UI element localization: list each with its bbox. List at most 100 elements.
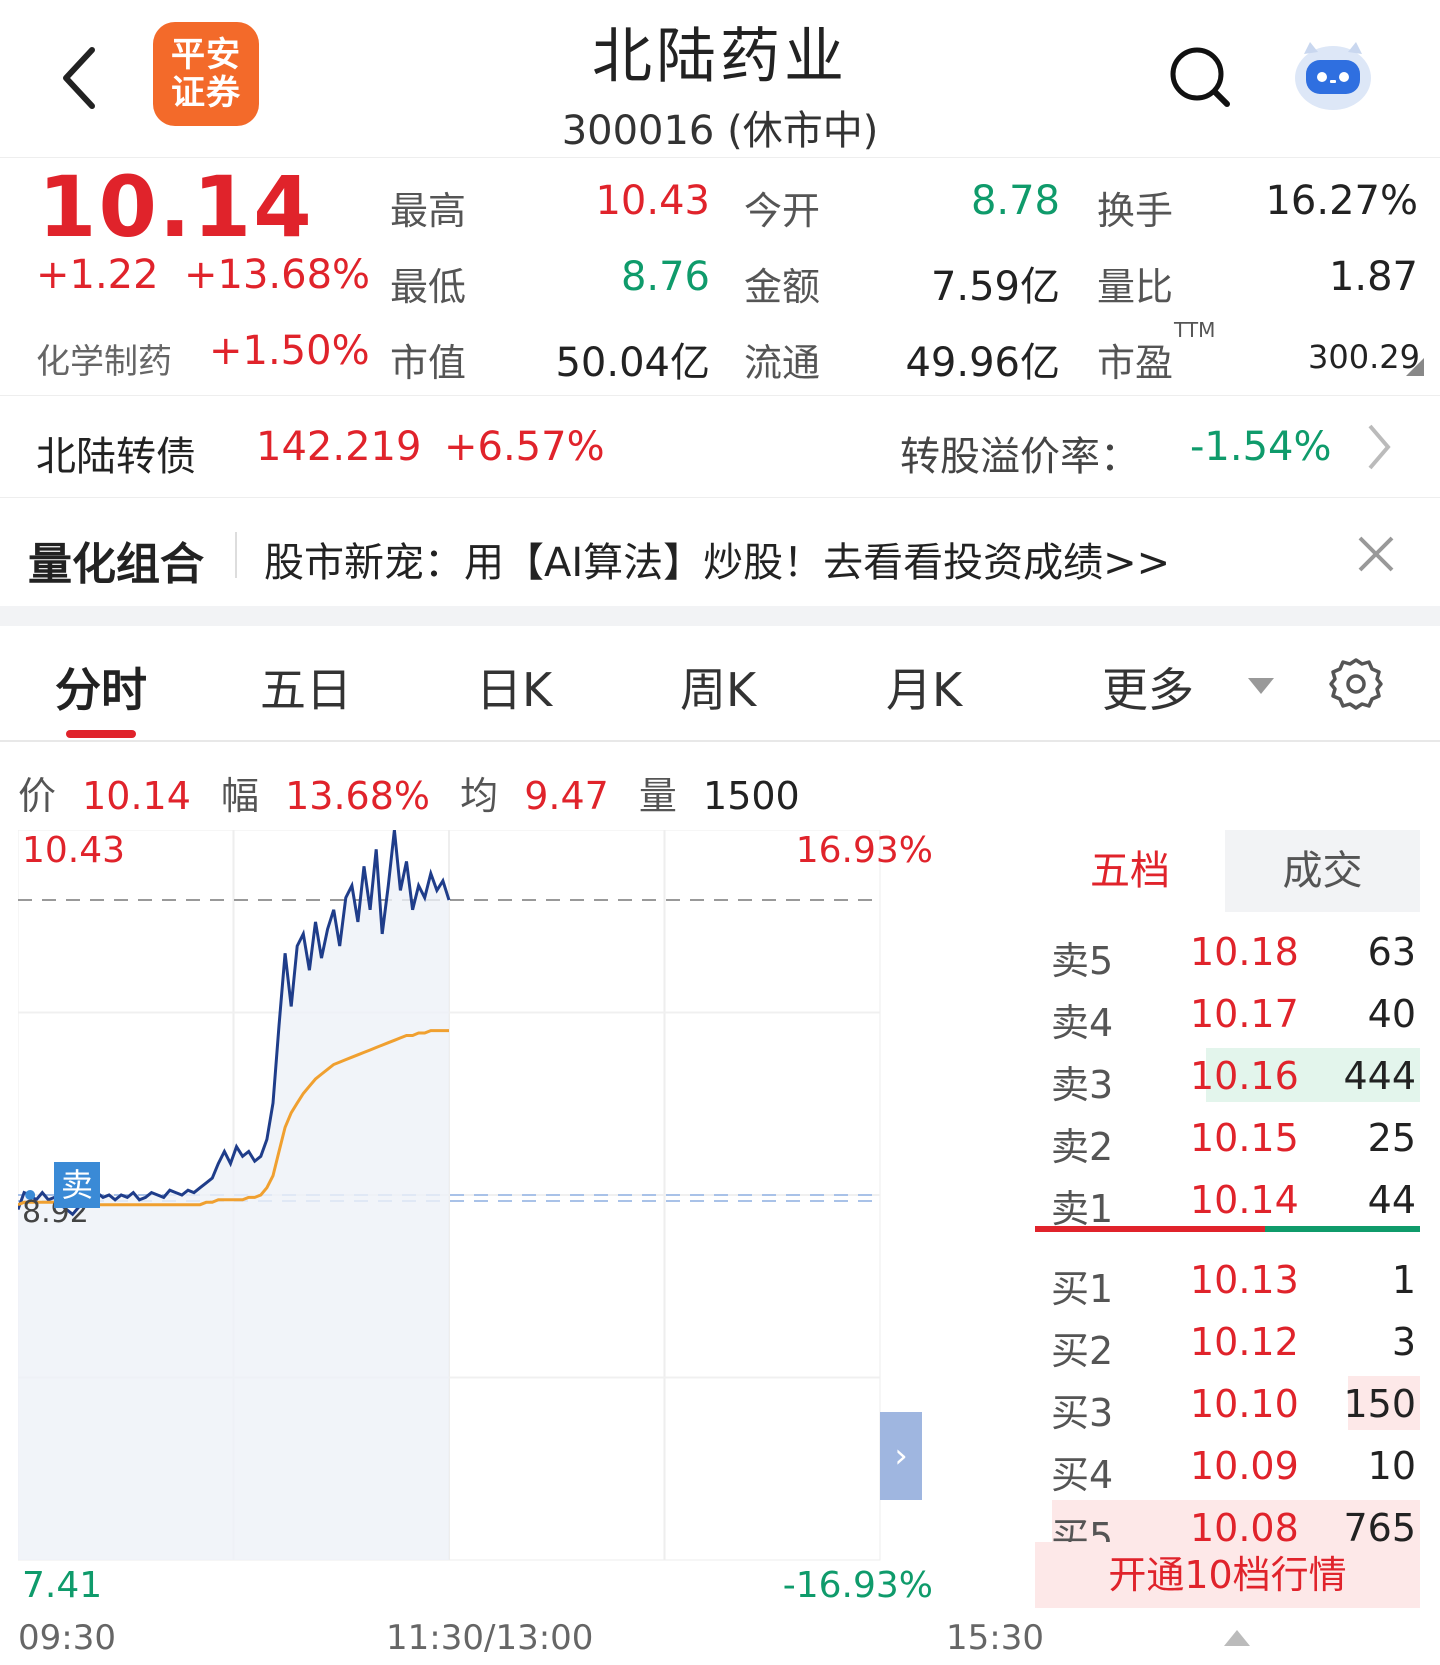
high-label: 最高 bbox=[390, 189, 467, 233]
buy-volume: 10 bbox=[1367, 1444, 1416, 1488]
crosshair-info-row: 价 10.14 幅 13.68% 均 9.47 量 1500 bbox=[18, 765, 800, 820]
sell-price: 10.14 bbox=[1190, 1178, 1299, 1222]
sell-label: 卖2 bbox=[1051, 1125, 1114, 1169]
intraday-chart[interactable]: 10.43 7.41 16.93% -16.93% 8.92 卖 › bbox=[16, 829, 933, 1606]
ai-robot-icon[interactable] bbox=[1288, 34, 1378, 118]
bond-name: 北陆转债 bbox=[36, 434, 196, 480]
sell-row: 卖3 10.16 444 bbox=[1035, 1044, 1420, 1107]
sell-label: 卖4 bbox=[1051, 1001, 1114, 1045]
sell-price: 10.17 bbox=[1190, 992, 1299, 1036]
dropdown-triangle-icon[interactable] bbox=[1246, 676, 1276, 698]
market-cap-label: 市值 bbox=[390, 341, 467, 385]
expand-chart-button[interactable]: › bbox=[880, 1412, 922, 1500]
sell-price: 10.18 bbox=[1190, 930, 1299, 974]
tab-intraday[interactable]: 分时 bbox=[55, 654, 147, 720]
sector-name[interactable]: 化学制药 bbox=[36, 334, 172, 383]
pct-bottom-label: -16.93% bbox=[782, 1565, 933, 1606]
collapse-up-icon[interactable] bbox=[1222, 1628, 1252, 1648]
buy-row: 买3 10.10 150 bbox=[1035, 1372, 1420, 1435]
sell-price: 10.16 bbox=[1190, 1054, 1299, 1098]
float-cap-label: 流通 bbox=[744, 341, 821, 385]
sell-volume: 63 bbox=[1367, 930, 1416, 974]
tab-weekly-k[interactable]: 周K bbox=[680, 654, 756, 720]
active-tab-indicator bbox=[66, 730, 136, 738]
buy-price: 10.09 bbox=[1190, 1444, 1299, 1488]
promo-divider bbox=[235, 532, 237, 578]
pe-value: 300.29 bbox=[1308, 338, 1420, 376]
y-top-label: 10.43 bbox=[22, 830, 126, 871]
sell-volume: 25 bbox=[1367, 1116, 1416, 1160]
info-price-label: 价 bbox=[18, 774, 57, 818]
low-label: 最低 bbox=[390, 265, 467, 309]
promo-tag: 量化组合 bbox=[28, 539, 204, 590]
book-divider-red bbox=[1035, 1226, 1265, 1232]
section-gap bbox=[0, 606, 1440, 626]
pct-top-label: 16.93% bbox=[795, 830, 933, 871]
market-cap-value: 50.04亿 bbox=[555, 340, 710, 386]
info-vol: 1500 bbox=[703, 774, 800, 818]
open-value: 8.78 bbox=[970, 178, 1060, 224]
turnover-value: 16.27% bbox=[1265, 178, 1418, 224]
chart-period-tabs: 分时 五日 日K 周K 月K 更多 bbox=[0, 626, 1440, 742]
sell-row: 卖4 10.17 40 bbox=[1035, 982, 1420, 1045]
pe-label: 市盈 bbox=[1097, 341, 1174, 385]
buy-price: 10.10 bbox=[1190, 1382, 1299, 1426]
bond-price: 142.219 bbox=[256, 424, 422, 470]
buy-price: 10.13 bbox=[1190, 1258, 1299, 1302]
order-book-panel: 五档 成交 卖5 10.18 63 卖4 10.17 40 卖3 10.16 444 卖2 10.1… bbox=[1035, 830, 1420, 1608]
open-label: 今开 bbox=[744, 189, 821, 233]
corner-triangle-icon bbox=[1406, 358, 1424, 376]
sell-volume: 44 bbox=[1367, 1178, 1416, 1222]
y-bottom-label: 7.41 bbox=[22, 1565, 103, 1606]
x-tick-start: 09:30 bbox=[18, 1618, 116, 1658]
convertible-bond-row[interactable]: 北陆转债 142.219 +6.57% 转股溢价率： -1.54% bbox=[0, 395, 1440, 498]
tab-more[interactable]: 更多 bbox=[1102, 654, 1194, 720]
book-divider-green bbox=[1265, 1226, 1420, 1232]
open-10-levels-button[interactable]: 开通10档行情 bbox=[1035, 1542, 1420, 1608]
sell-label: 卖3 bbox=[1051, 1063, 1114, 1107]
promo-banner[interactable]: 量化组合 股市新宠：用【AI算法】炒股！去看看投资成绩>> bbox=[0, 498, 1440, 606]
amount-label: 金额 bbox=[744, 265, 821, 309]
price-change-pct: +13.68% bbox=[184, 252, 371, 298]
float-cap-value: 49.96亿 bbox=[905, 340, 1060, 386]
tab-daily-k[interactable]: 日K bbox=[476, 654, 552, 720]
search-icon[interactable] bbox=[1165, 42, 1235, 112]
close-icon[interactable] bbox=[1356, 534, 1396, 574]
sell-volume: 444 bbox=[1343, 1054, 1416, 1098]
tab-monthly-k[interactable]: 月K bbox=[886, 654, 962, 720]
info-avg-label: 均 bbox=[460, 774, 499, 818]
sell-label: 卖1 bbox=[1051, 1187, 1114, 1231]
amount-value: 7.59亿 bbox=[930, 264, 1060, 310]
info-amp: 13.68% bbox=[285, 774, 431, 818]
buy-volume: 3 bbox=[1391, 1320, 1416, 1364]
sell-row: 卖2 10.15 25 bbox=[1035, 1106, 1420, 1169]
price-change: +1.22 bbox=[36, 252, 159, 298]
sell-marker[interactable]: 卖 bbox=[54, 1162, 100, 1208]
buy-label: 买2 bbox=[1051, 1329, 1114, 1373]
buy-label: 买3 bbox=[1051, 1391, 1114, 1435]
x-tick-end: 15:30 bbox=[946, 1618, 1044, 1658]
premium-value: -1.54% bbox=[1190, 424, 1332, 470]
info-price: 10.14 bbox=[82, 774, 191, 818]
buy-volume: 1 bbox=[1391, 1258, 1416, 1302]
premium-label: 转股溢价率： bbox=[900, 434, 1140, 480]
tab-trades[interactable]: 成交 bbox=[1225, 830, 1420, 912]
buy-row: 买4 10.09 10 bbox=[1035, 1434, 1420, 1497]
buy-price: 10.12 bbox=[1190, 1320, 1299, 1364]
buy-volume: 150 bbox=[1343, 1382, 1416, 1426]
buy-label: 买4 bbox=[1051, 1453, 1114, 1497]
buy-row: 买1 10.13 1 bbox=[1035, 1248, 1420, 1311]
buy-label: 买1 bbox=[1051, 1267, 1114, 1311]
promo-text: 股市新宠：用【AI算法】炒股！去看看投资成绩>> bbox=[264, 540, 1171, 586]
last-price: 10.14 bbox=[38, 158, 314, 256]
tab-five-day[interactable]: 五日 bbox=[260, 654, 352, 720]
volume-ratio-label: 量比 bbox=[1097, 265, 1174, 309]
settings-gear-icon[interactable] bbox=[1328, 656, 1384, 712]
sector-change: +1.50% bbox=[209, 328, 370, 374]
chevron-right-icon bbox=[1368, 424, 1391, 470]
sell-row: 卖5 10.18 63 bbox=[1035, 920, 1420, 983]
tab-order-book[interactable]: 五档 bbox=[1035, 830, 1225, 912]
sell-price: 10.15 bbox=[1190, 1116, 1299, 1160]
info-amp-label: 幅 bbox=[221, 774, 260, 818]
buy-row: 买2 10.12 3 bbox=[1035, 1310, 1420, 1373]
